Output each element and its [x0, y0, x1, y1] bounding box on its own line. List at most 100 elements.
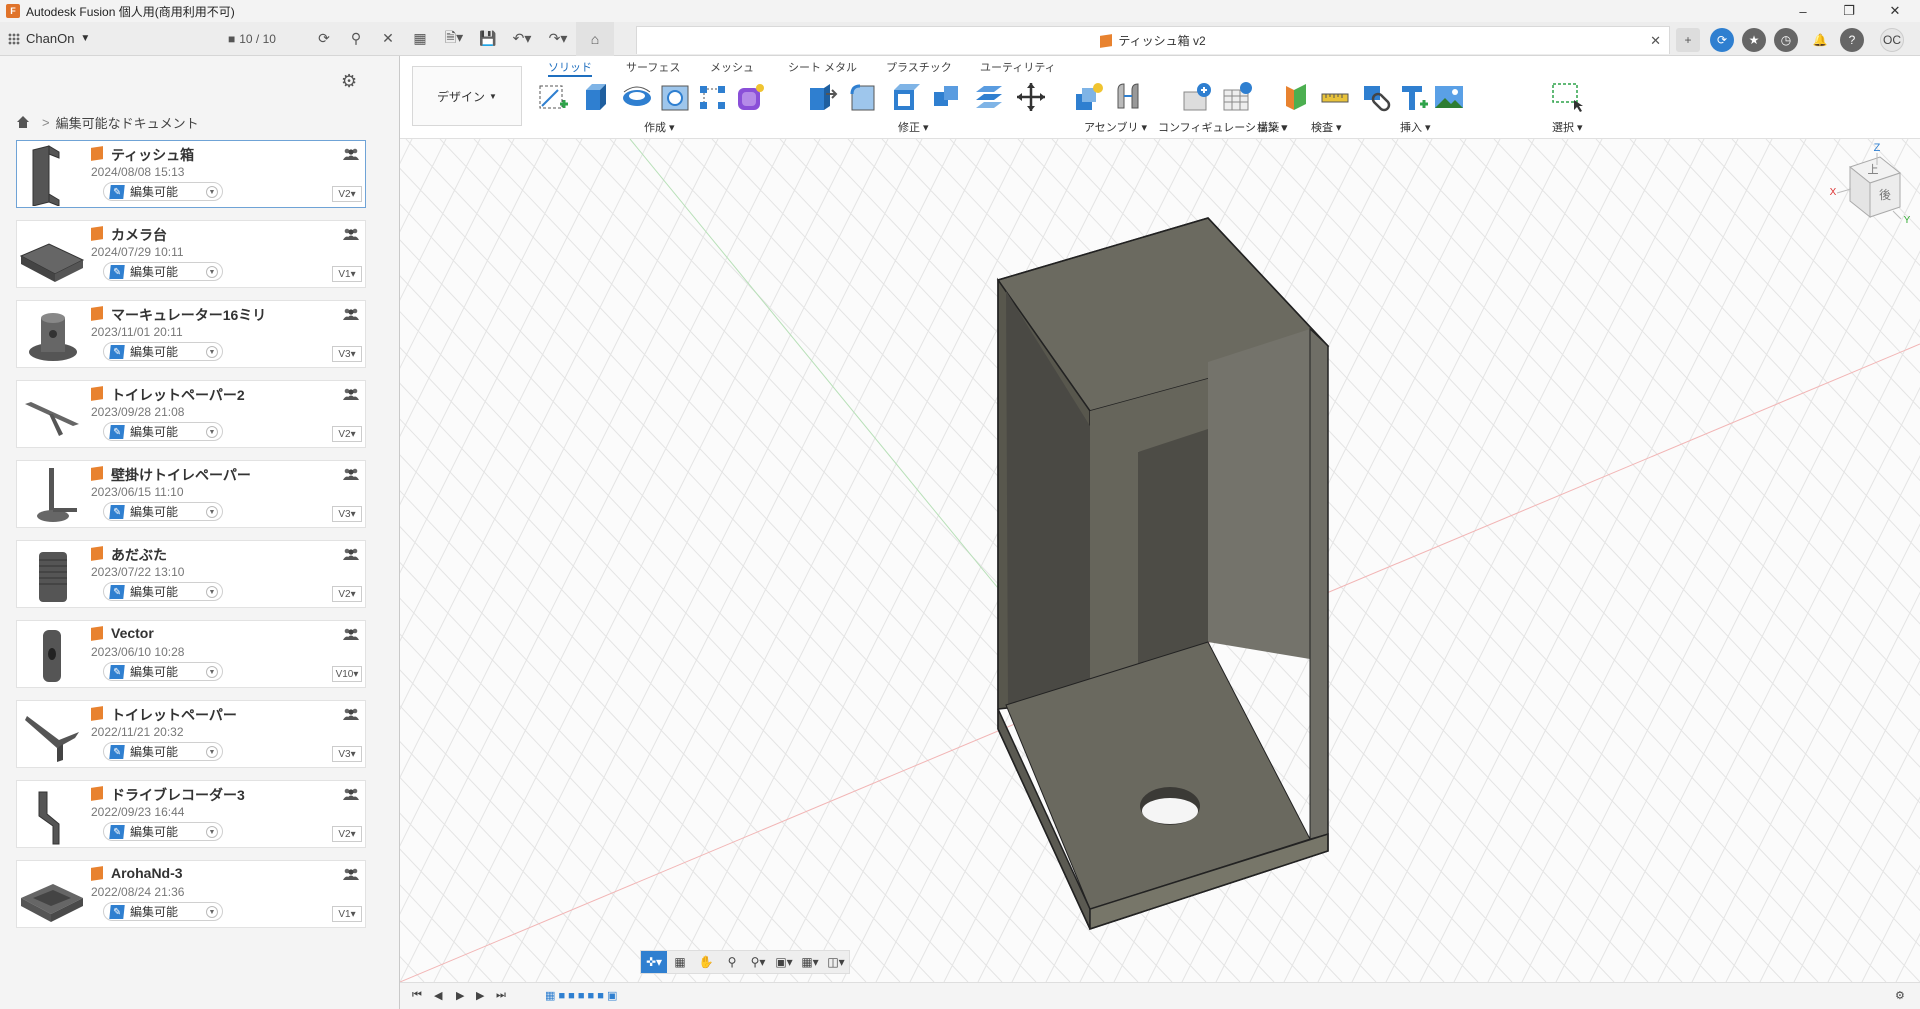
document-name[interactable]: トイレットペーパー	[111, 705, 237, 725]
create-sketch-icon[interactable]	[536, 80, 570, 114]
document-counter[interactable]: ■ 10 / 10	[228, 32, 298, 46]
display-settings-icon[interactable]: ▣▾	[771, 951, 797, 973]
version-dropdown[interactable]: V2 ▾	[332, 826, 362, 842]
document-card[interactable]: ティッシュ箱 2024/08/08 15:13 ✎ 編集可能 ▼ V2 ▾	[16, 140, 366, 208]
document-thumbnail[interactable]	[19, 704, 85, 766]
version-dropdown[interactable]: V10 ▾	[332, 666, 362, 682]
app-grid-icon[interactable]: ▦	[404, 22, 436, 56]
viewcube[interactable]: 上 後 Z X Y	[1815, 139, 1915, 237]
search-icon[interactable]: ⚲	[340, 22, 372, 56]
home-icon[interactable]: ⌂	[576, 21, 614, 56]
share-people-icon[interactable]	[342, 307, 360, 321]
document-thumbnail[interactable]	[19, 464, 85, 526]
select-icon[interactable]	[1550, 80, 1584, 114]
close-icon[interactable]: ✕	[372, 22, 404, 56]
joint-icon[interactable]	[1112, 80, 1146, 114]
group-insert[interactable]: 挿入 ▾	[1400, 119, 1431, 135]
viewcube-back-label[interactable]: 後	[1879, 188, 1891, 202]
notification-bell-icon[interactable]: 🔔	[1808, 28, 1832, 52]
timeline-settings-gear-icon[interactable]: ⚙	[1895, 989, 1905, 1002]
shell-icon[interactable]	[888, 80, 922, 114]
document-name[interactable]: カメラ台	[111, 225, 167, 245]
close-window-button[interactable]: ✕	[1872, 0, 1918, 22]
version-dropdown[interactable]: V2 ▾	[332, 586, 362, 602]
move-copy-icon[interactable]	[1014, 80, 1048, 114]
share-people-icon[interactable]	[342, 147, 360, 161]
version-dropdown[interactable]: V2 ▾	[332, 186, 362, 202]
timeline-features-icon[interactable]: ▦ ■ ■ ■ ■ ■ ▣	[545, 989, 617, 1002]
permission-dropdown[interactable]: ✎ 編集可能 ▼	[103, 742, 223, 761]
zoom-icon[interactable]: ⚲	[719, 951, 745, 973]
version-dropdown[interactable]: V3 ▾	[332, 746, 362, 762]
configuration-table-icon[interactable]	[1220, 80, 1254, 114]
permission-dropdown[interactable]: ✎ 編集可能 ▼	[103, 662, 223, 681]
configure-design-icon[interactable]	[1180, 80, 1214, 114]
tab-solid[interactable]: ソリッド	[548, 59, 592, 77]
minimize-button[interactable]: –	[1780, 0, 1826, 22]
orbit-icon[interactable]: ✜▾	[641, 951, 667, 973]
version-dropdown[interactable]: V3 ▾	[332, 506, 362, 522]
breadcrumb-current[interactable]: 編集可能なドキュメント	[56, 113, 199, 132]
workspace-switcher[interactable]: デザイン ▼	[412, 66, 522, 126]
offset-face-icon[interactable]	[972, 80, 1006, 114]
document-card[interactable]: カメラ台 2024/07/29 10:11 ✎ 編集可能 ▼ V1 ▾	[16, 220, 366, 288]
maximize-button[interactable]: ❐	[1826, 0, 1872, 22]
document-name[interactable]: ドライブレコーダー3	[111, 785, 245, 805]
refresh-icon[interactable]: ⟳	[308, 22, 340, 56]
share-people-icon[interactable]	[342, 787, 360, 801]
share-people-icon[interactable]	[342, 627, 360, 641]
document-card[interactable]: あだぶた 2023/07/22 13:10 ✎ 編集可能 ▼ V2 ▾	[16, 540, 366, 608]
canvas-scene[interactable]	[400, 139, 1920, 982]
document-name[interactable]: トイレットペーパー2	[111, 385, 245, 405]
timeline-prev-icon[interactable]: ◀	[434, 989, 442, 1002]
version-dropdown[interactable]: V3 ▾	[332, 346, 362, 362]
offset-plane-icon[interactable]	[1280, 80, 1314, 114]
timeline-start-icon[interactable]: ⏮	[412, 989, 422, 1002]
group-assembly[interactable]: アセンブリ ▾	[1084, 119, 1147, 135]
extensions-icon[interactable]: ⟳	[1710, 28, 1734, 52]
tissue-box-model[interactable]	[996, 217, 1330, 931]
permission-dropdown[interactable]: ✎ 編集可能 ▼	[103, 582, 223, 601]
document-name[interactable]: ArohaNd-3	[111, 865, 183, 881]
gear-icon[interactable]: ⚙	[341, 71, 357, 92]
home-icon[interactable]	[16, 116, 30, 129]
document-thumbnail[interactable]	[19, 864, 85, 926]
version-dropdown[interactable]: V2 ▾	[332, 426, 362, 442]
version-dropdown[interactable]: V1 ▾	[332, 906, 362, 922]
document-thumbnail[interactable]	[19, 624, 85, 686]
permission-dropdown[interactable]: ✎ 編集可能 ▼	[103, 182, 223, 201]
document-card[interactable]: Vector 2023/06/10 10:28 ✎ 編集可能 ▼ V10 ▾	[16, 620, 366, 688]
document-tab[interactable]: ティッシュ箱 v2 ✕	[636, 26, 1670, 54]
viewports-icon[interactable]: ◫▾	[823, 951, 849, 973]
timeline-play-icon[interactable]: ▶	[456, 989, 464, 1002]
document-name[interactable]: ティッシュ箱	[111, 145, 194, 165]
group-create[interactable]: 作成 ▾	[644, 119, 675, 135]
tab-mesh[interactable]: メッシュ	[710, 59, 754, 77]
share-people-icon[interactable]	[342, 547, 360, 561]
learning-icon[interactable]: ★	[1742, 28, 1766, 52]
share-people-icon[interactable]	[342, 707, 360, 721]
group-select[interactable]: 選択 ▾	[1552, 119, 1583, 135]
tab-plastic[interactable]: プラスチック	[886, 59, 952, 77]
insert-mcmaster-icon[interactable]	[1396, 80, 1430, 114]
permission-dropdown[interactable]: ✎ 編集可能 ▼	[103, 502, 223, 521]
pattern-icon[interactable]	[696, 80, 730, 114]
measure-icon[interactable]	[1318, 80, 1352, 114]
share-people-icon[interactable]	[342, 467, 360, 481]
save-icon[interactable]: 💾	[472, 22, 504, 56]
permission-dropdown[interactable]: ✎ 編集可能 ▼	[103, 902, 223, 921]
document-thumbnail[interactable]	[19, 304, 85, 366]
document-name[interactable]: 壁掛けトイレペーパー	[111, 465, 251, 485]
pan-hand-icon[interactable]: ✋	[693, 951, 719, 973]
grid-settings-icon[interactable]: ▦▾	[797, 951, 823, 973]
document-name[interactable]: あだぶた	[111, 545, 167, 565]
group-inspect[interactable]: 検査 ▾	[1311, 119, 1342, 135]
document-card[interactable]: トイレットペーパー 2022/11/21 20:32 ✎ 編集可能 ▼ V3 ▾	[16, 700, 366, 768]
document-thumbnail[interactable]	[19, 544, 85, 606]
hole-icon[interactable]	[658, 80, 692, 114]
document-name[interactable]: マーキュレーター16ミリ	[111, 305, 266, 325]
redo-icon[interactable]: ↷▾	[540, 22, 576, 56]
new-tab-icon[interactable]: +	[1676, 28, 1700, 52]
tab-surface[interactable]: サーフェス	[626, 59, 680, 77]
close-tab-icon[interactable]: ✕	[1650, 33, 1661, 49]
